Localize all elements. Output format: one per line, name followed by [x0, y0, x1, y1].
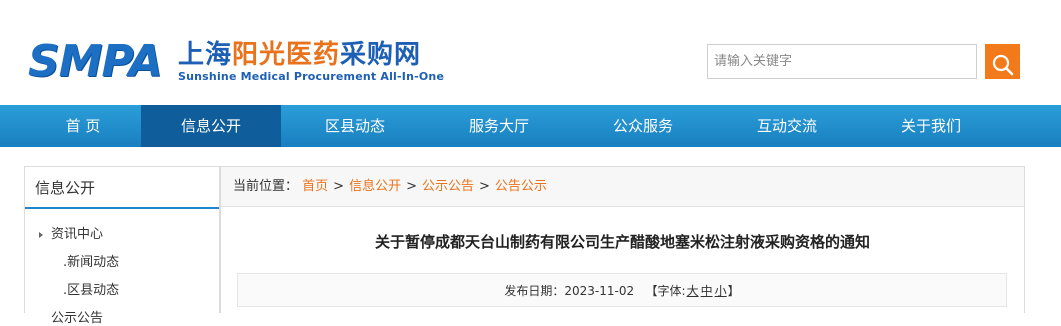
font-medium-button[interactable]: 中 [701, 284, 713, 298]
font-large-button[interactable]: 大 [687, 284, 699, 298]
search-input[interactable] [707, 44, 977, 79]
breadcrumb-home[interactable]: 首页 [302, 179, 328, 194]
search-icon [992, 54, 1013, 75]
main-content: 当前位置： 首页 > 信息公开 > 公示公告 > 公告公示 关于暂停成都天台山制药有限公司生… [220, 166, 1025, 313]
logo-abbr: SMPA [28, 36, 163, 87]
nav-item-home[interactable]: 首 页 [13, 105, 153, 147]
logo-name-part2: 阳光医药 [232, 40, 341, 70]
sidebar-item-announcements[interactable]: 公示公告 [51, 307, 103, 326]
article-meta: 发布日期：2023-11-02 【字体:大中小】 [237, 273, 1007, 307]
nav-item-interaction[interactable]: 互动交流 [717, 105, 857, 147]
sidebar-item-district[interactable]: .区县动态 [63, 279, 119, 298]
font-small-button[interactable]: 小 [715, 284, 727, 298]
breadcrumb-info-disclosure[interactable]: 信息公开 [349, 179, 401, 194]
search-box [707, 44, 1020, 79]
logo-english-name: Sunshine Medical Procurement All-In-One [178, 70, 445, 83]
breadcrumb-separator: > [406, 179, 417, 194]
breadcrumb-notice[interactable]: 公告公示 [495, 179, 547, 194]
publish-date: 2023-11-02 [564, 284, 635, 298]
sidebar-item-label: 资讯中心 [51, 227, 104, 242]
site-header: SMPA 上海阳光医药采购网 Sunshine Medical Procurem… [0, 0, 1061, 105]
breadcrumb-separator: > [479, 179, 490, 194]
font-size-label: 【字体: [645, 284, 686, 298]
sidebar-item-news-center[interactable]: 资讯中心 [39, 223, 103, 242]
breadcrumb-announcements[interactable]: 公示公告 [422, 179, 474, 194]
breadcrumb-separator: > [333, 179, 345, 194]
nav-item-district-news[interactable]: 区县动态 [285, 105, 425, 147]
breadcrumb-prefix: 当前位置： [233, 179, 299, 194]
sidebar-item-news[interactable]: .新闻动态 [63, 251, 119, 270]
nav-item-public-service[interactable]: 公众服务 [573, 105, 713, 147]
nav-item-info-disclosure[interactable]: 信息公开 [141, 105, 281, 147]
logo-name-part1: 上海 [178, 40, 233, 70]
main-nav: 首 页 信息公开 区县动态 服务大厅 公众服务 互动交流 关于我们 [0, 105, 1061, 147]
date-label: 发布日期： [504, 284, 565, 298]
sidebar: 信息公开 资讯中心 .新闻动态 .区县动态 公示公告 [24, 166, 220, 326]
logo-chinese-name: 上海阳光医药采购网 [178, 40, 421, 70]
breadcrumb: 当前位置： 首页 > 信息公开 > 公示公告 > 公告公示 [221, 167, 1024, 207]
caret-right-icon [39, 231, 43, 238]
font-size-close: 】 [727, 284, 740, 298]
article-title: 关于暂停成都天台山制药有限公司生产醋酸地塞米松注射液采购资格的通知 [374, 233, 870, 251]
nav-item-service-hall[interactable]: 服务大厅 [429, 105, 569, 147]
sidebar-title: 信息公开 [25, 167, 219, 209]
nav-item-about-us[interactable]: 关于我们 [861, 105, 1001, 147]
logo-name-part3: 采购网 [340, 40, 422, 70]
search-button[interactable] [985, 44, 1020, 79]
